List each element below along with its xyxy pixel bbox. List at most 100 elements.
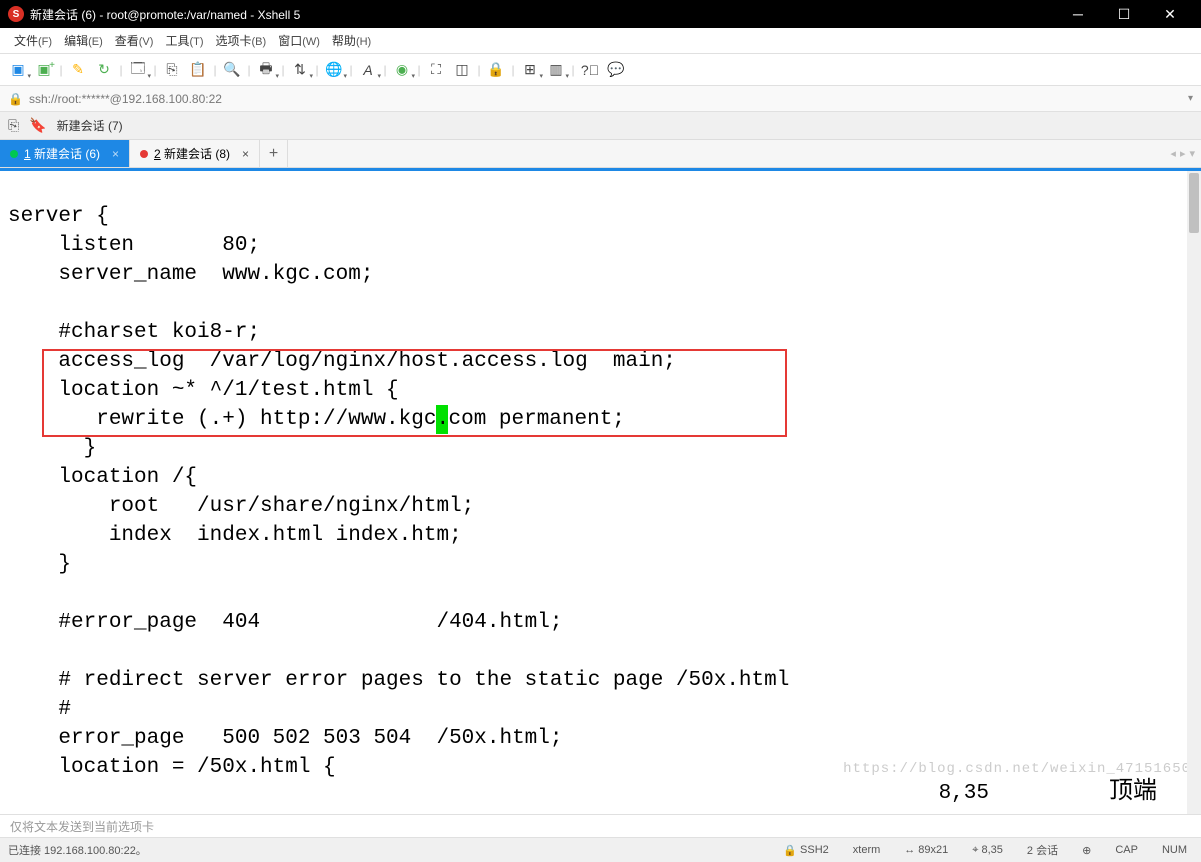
window-controls: ─ ☐ ✕ [1055,0,1193,28]
menu-help[interactable]: 帮助(H) [326,30,377,51]
transfer-icon[interactable]: ⇅▾ [288,58,312,82]
terminal-line: } [8,437,96,460]
menu-tabs[interactable]: 选项卡(B) [210,30,273,51]
terminal-line: # redirect server error pages to the sta… [8,669,789,692]
menu-tools[interactable]: 工具(T) [159,30,209,51]
terminal-line: rewrite (.+) http://www.kgc.com permanen… [8,408,625,431]
session-tree-icon[interactable]: ⎘ [8,117,19,134]
font-icon[interactable]: A▾ [356,58,380,82]
window-title: 新建会话 (6) - root@promote:/var/named - Xsh… [30,6,1055,23]
help-icon[interactable]: ?⃝ [578,58,602,82]
address-dropdown-icon[interactable]: ▾ [1188,93,1193,104]
terminal-cursor: . [436,405,448,434]
chat-icon[interactable]: 💬 [604,58,628,82]
tab-list-icon[interactable]: ▾ [1189,147,1195,160]
menu-window[interactable]: 窗口(W) [272,30,326,51]
maximize-button[interactable]: ☐ [1101,0,1147,28]
tab-close-icon[interactable]: × [242,147,249,161]
info-bar-text: 仅将文本发送到当前选项卡 [10,818,154,835]
address-text[interactable]: ssh://root:******@192.168.100.80:22 [29,92,222,106]
status-connection: 已连接 192.168.100.80:22。 [8,842,765,858]
paste-icon[interactable]: 📋 [186,58,210,82]
lock-icon[interactable]: 🔒 [484,58,508,82]
status-sessions: 2 会话 [1021,842,1064,858]
resize-icon: ↔ [904,844,915,856]
minimize-button[interactable]: ─ [1055,0,1101,28]
scrollbar-thumb[interactable] [1189,173,1199,233]
menu-view[interactable]: 查看(V) [109,30,160,51]
titlebar: S 新建会话 (6) - root@promote:/var/named - X… [0,0,1201,28]
tab-add-button[interactable]: + [260,140,288,167]
status-term: xterm [847,844,887,856]
toolbar-separator [58,58,64,82]
globe-icon[interactable]: 🌐▾ [322,58,346,82]
terminal-line: location /{ [8,466,197,489]
fullscreen-icon[interactable]: ⛶ [424,58,448,82]
terminal-line: #error_page 404 /404.html; [8,611,563,634]
terminal-line: access_log /var/log/nginx/host.access.lo… [8,350,676,373]
terminal-line: #charset koi8-r; [8,321,260,344]
cursor-icon: ⌖ [972,844,978,857]
tab-session-other[interactable]: 2 新建会话 (8) × [130,140,260,167]
menubar: 文件(F) 编辑(E) 查看(V) 工具(T) 选项卡(B) 窗口(W) 帮助(… [0,28,1201,54]
terminal-line: } [8,553,71,576]
session-bar: ⎘ 🔖 新建会话 (7) [0,112,1201,140]
print-icon[interactable]: 🖶▾ [254,58,278,82]
terminal-line: location ~* ^/1/test.html { [8,379,399,402]
terminal-line: location = /50x.html { [8,756,336,779]
lock-icon: 🔒 [8,92,23,106]
toolbar-separator [152,58,158,82]
vim-status-line: 8,35顶端 [939,777,1157,808]
info-bar: 仅将文本发送到当前选项卡 [0,814,1201,838]
status-dot-icon [10,150,18,158]
tab-nav: ◂ ▸ ▾ [1164,140,1201,167]
status-plus-icon[interactable]: ⊕ [1076,844,1097,857]
status-ssh: 🔒SSH2 [777,844,834,857]
terminal-area: server { listen 80; server_name www.kgc.… [0,168,1201,814]
terminal-line: # [8,698,71,721]
terminal-line: server { [8,205,109,228]
terminal[interactable]: server { listen 80; server_name www.kgc.… [0,171,1201,814]
window-new-icon[interactable]: ⊞▾ [518,58,542,82]
new-session-icon[interactable]: ▣▾ [6,58,30,82]
tab-bar: 1 新建会话 (6) × 2 新建会话 (8) × + ◂ ▸ ▾ [0,140,1201,168]
toolbar-separator [314,58,320,82]
tab-next-icon[interactable]: ▸ [1180,147,1186,160]
terminal-line: error_page 500 502 503 504 /50x.html; [8,727,563,750]
properties-icon[interactable]: 🗔▾ [126,58,150,82]
scrollbar[interactable] [1187,171,1201,814]
status-cap: CAP [1109,844,1144,856]
tab-close-icon[interactable]: × [112,147,119,161]
toolbar-separator [118,58,124,82]
reconnect-icon[interactable]: ↻ [92,58,116,82]
toolbar-separator [476,58,482,82]
terminal-line: server_name www.kgc.com; [8,263,373,286]
toolbar-separator [212,58,218,82]
toolbar-separator [348,58,354,82]
toolbar-separator [280,58,286,82]
session-bar-label[interactable]: 新建会话 (7) [57,117,123,134]
status-size: ↔89x21 [898,844,954,856]
bookmark-icon[interactable]: 🔖 [29,117,46,134]
copy-icon[interactable]: ⎘ [160,58,184,82]
terminal-line: root /usr/share/nginx/html; [8,495,474,518]
terminal-line: listen 80; [8,234,260,257]
app-icon: S [8,6,24,22]
close-button[interactable]: ✕ [1147,0,1193,28]
toolbar: ▣▾ ▣+ ✎ ↻ 🗔▾ ⎘ 📋 🔍 🖶▾ ⇅▾ 🌐▾ A▾ ◉▾ ⛶ ◫ 🔒 … [0,54,1201,86]
menu-edit[interactable]: 编辑(E) [58,30,109,51]
tab-session-active[interactable]: 1 新建会话 (6) × [0,140,130,167]
search-icon[interactable]: 🔍 [220,58,244,82]
add-icon[interactable]: ▣+ [32,58,56,82]
transparency-icon[interactable]: ◫ [450,58,474,82]
status-num: NUM [1156,844,1193,856]
toolbar-separator [510,58,516,82]
toolbar-separator [246,58,252,82]
tab-prev-icon[interactable]: ◂ [1170,147,1176,160]
layout-icon[interactable]: ▥▾ [544,58,568,82]
status-bar: 已连接 192.168.100.80:22。 🔒SSH2 xterm ↔89x2… [0,838,1201,862]
color-icon[interactable]: ◉▾ [390,58,414,82]
status-dot-icon [140,150,148,158]
highlight-icon[interactable]: ✎ [66,58,90,82]
menu-file[interactable]: 文件(F) [8,30,58,51]
